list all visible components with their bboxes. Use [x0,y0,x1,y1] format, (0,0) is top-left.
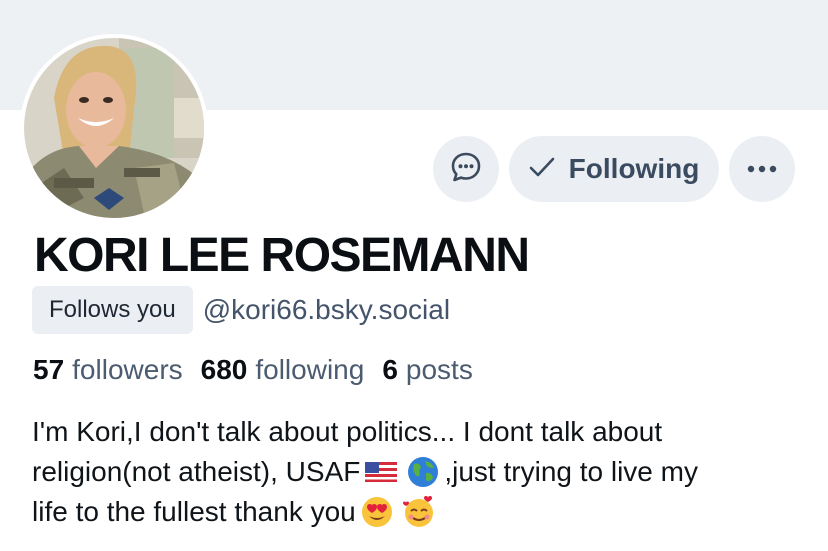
posts-stat: 6 posts [382,354,473,386]
more-options-button[interactable] [729,136,795,202]
heart-eyes-emoji-icon [359,494,395,530]
following-button[interactable]: Following [509,136,719,202]
posts-count: 6 [382,354,398,385]
followers-stat[interactable]: 57 followers [33,354,183,386]
globe-icon [405,454,441,490]
profile-bio: I'm Kori,I don't talk about politics... … [32,412,812,532]
following-label: following [255,354,365,385]
avatar[interactable] [24,38,204,218]
bio-line: religion(not atheist), USAF ,just trying… [32,452,812,492]
message-button[interactable] [433,136,499,202]
bio-text: ,just trying to live my [444,456,698,487]
follows-you-badge: Follows you [32,286,193,334]
smiling-face-with-hearts-icon [401,494,437,530]
following-count: 680 [200,354,248,385]
bio-line: life to the fullest thank you [32,492,812,532]
bio-text: I'm Kori,I don't talk about politics... … [32,416,663,447]
chat-bubble-icon [449,150,483,189]
following-button-label: Following [568,153,700,184]
bio-line: I'm Kori,I don't talk about politics... … [32,412,812,452]
following-stat[interactable]: 680 following [201,354,365,386]
posts-label: posts [405,354,473,385]
followers-label: followers [72,354,183,385]
bio-text: religion(not atheist), USAF [32,456,361,487]
handle-row: Follows you @kori66.bsky.social [32,286,450,334]
profile-stats: 57 followers 680 following 6 posts [33,350,491,390]
display-name: KORI LEE ROSEMANN [34,229,530,282]
bio-text: life to the fullest thank you [32,496,356,527]
us-flag-icon [363,454,399,490]
followers-count: 57 [33,354,65,385]
profile-handle[interactable]: @kori66.bsky.social [203,294,450,326]
ellipsis-icon [747,160,777,178]
checkmark-icon [529,153,555,185]
